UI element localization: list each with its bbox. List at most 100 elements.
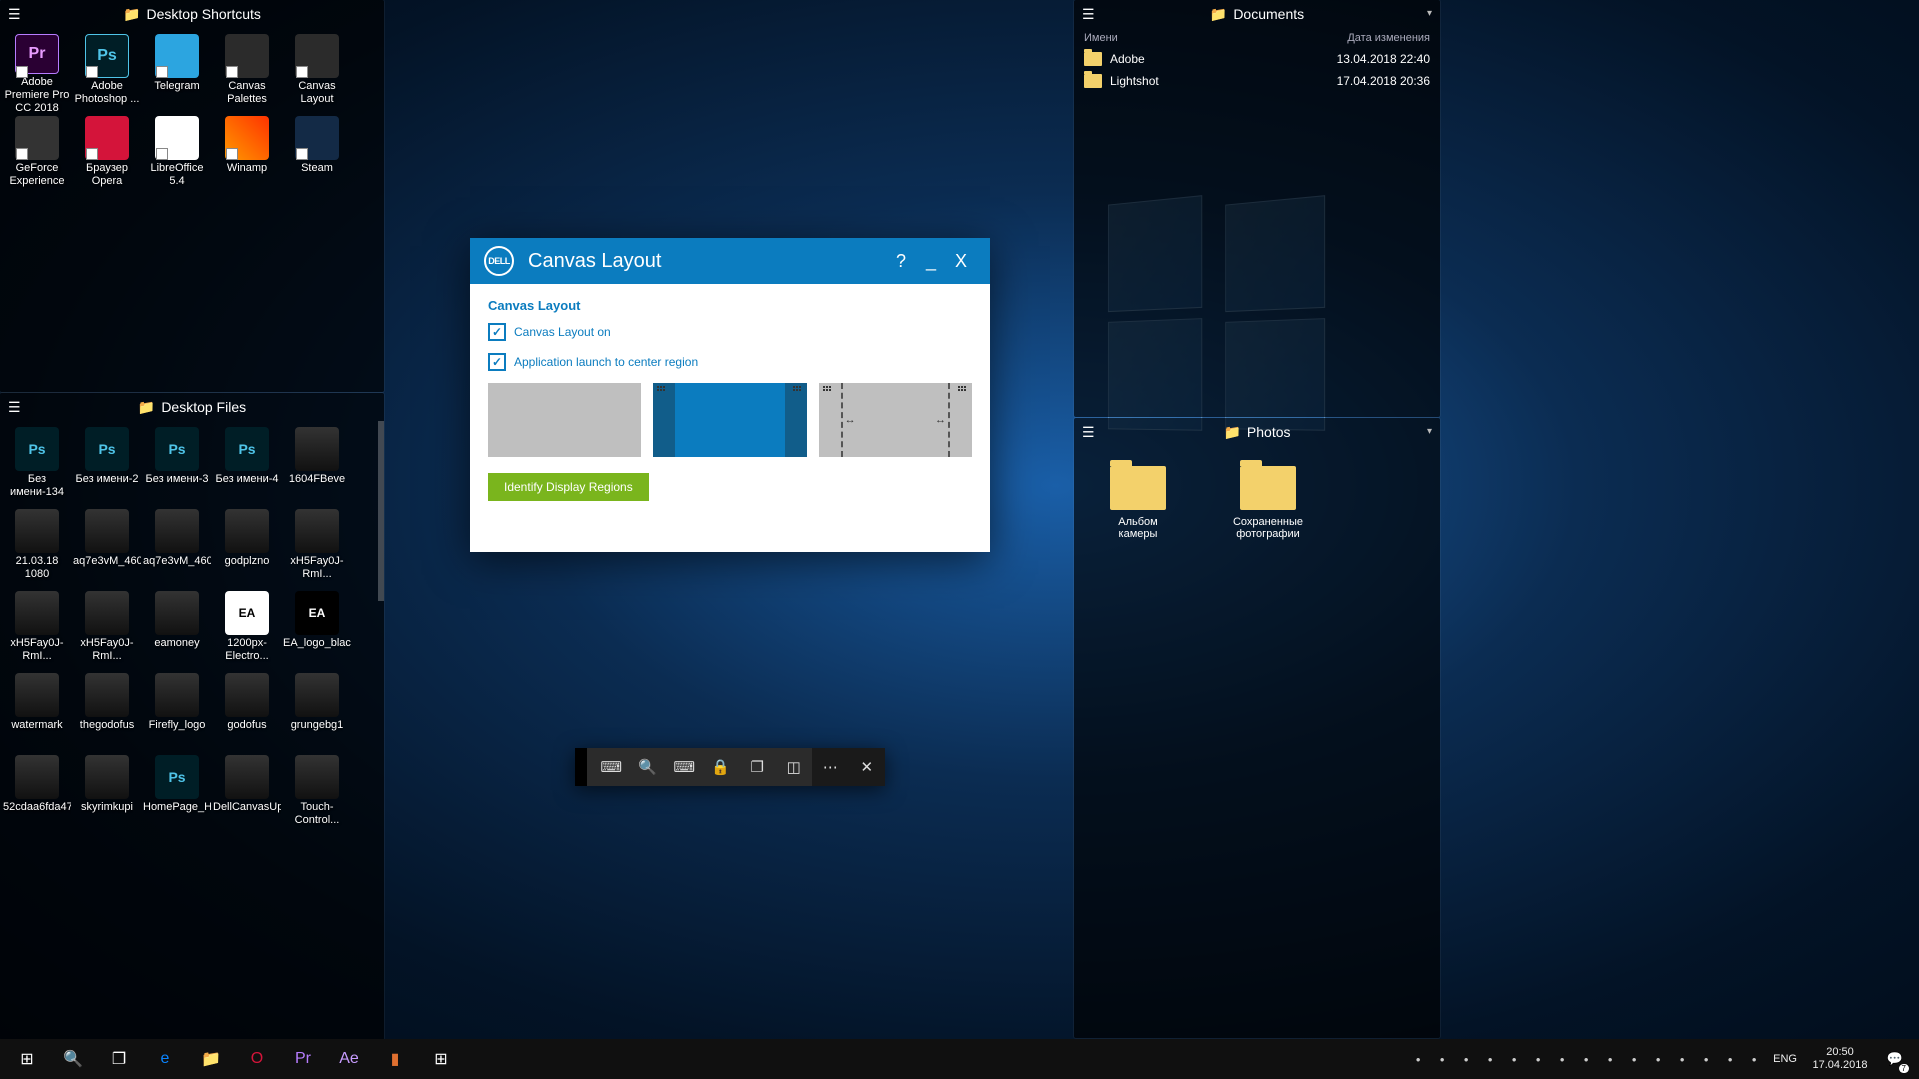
desktop-item[interactable]: thegodofus [72, 669, 142, 751]
gamepad-icon[interactable]: • [1647, 1039, 1669, 1079]
desktop-item[interactable]: LibreOffice 5.4 [142, 112, 212, 194]
fence-header[interactable]: ☰ 📁 Desktop Shortcuts [0, 0, 384, 28]
volume-icon[interactable]: • [1719, 1039, 1741, 1079]
chevron-down-icon[interactable]: ▾ [1427, 8, 1432, 19]
shield-icon[interactable]: • [1479, 1039, 1501, 1079]
desktop-item[interactable]: grungebg1 [282, 669, 352, 751]
titlebar[interactable]: DELL Canvas Layout ? _ X [470, 238, 990, 284]
checkbox-layout-on[interactable]: ✓ Canvas Layout on [488, 323, 972, 341]
power-icon[interactable]: • [1743, 1039, 1765, 1079]
keyboard-icon[interactable]: ⌨ [666, 748, 703, 786]
desktop-item[interactable]: PsБез имени-134 [2, 423, 72, 505]
close-icon[interactable]: ✕ [849, 748, 886, 786]
desktop-item[interactable]: PsHomePage_H... [142, 751, 212, 833]
desktop-item[interactable]: skyrimkupi [72, 751, 142, 833]
column-headers[interactable]: Имени Дата изменения [1074, 28, 1440, 48]
aftereffects-button[interactable]: Ae [326, 1039, 372, 1079]
task-view-icon[interactable]: ❐ [739, 748, 776, 786]
hamburger-icon[interactable]: ☰ [1082, 424, 1095, 441]
desktop-item[interactable]: watermark [2, 669, 72, 751]
list-item[interactable]: Сохраненные фотографии [1228, 466, 1308, 540]
canvas-layout-window[interactable]: DELL Canvas Layout ? _ X Canvas Layout ✓… [470, 238, 990, 552]
desktop-item[interactable]: 21.03.18 1080 [2, 505, 72, 587]
desktop-item[interactable]: Canvas Layout [282, 30, 352, 112]
desktop-item[interactable]: aq7e3vM_460sv [142, 505, 212, 587]
mcafee-icon[interactable]: • [1623, 1039, 1645, 1079]
list-item[interactable]: Adobe13.04.2018 22:40 [1074, 48, 1440, 70]
clock[interactable]: 20:5017.04.2018 [1805, 1046, 1875, 1072]
wifi-icon[interactable]: • [1695, 1039, 1717, 1079]
more-icon[interactable]: ⋯ [812, 748, 849, 786]
desktop-item[interactable]: PsБез имени-4 [212, 423, 282, 505]
app-button[interactable]: ▮ [372, 1039, 418, 1079]
bluetooth-icon[interactable]: • [1551, 1039, 1573, 1079]
scrollbar[interactable] [378, 421, 384, 601]
task-view-button[interactable]: ❐ [96, 1039, 142, 1079]
fence-header[interactable]: ☰ 📁 Documents ▾ [1074, 0, 1440, 28]
desktop-item[interactable]: PsAdobe Photoshop ... [72, 30, 142, 112]
desktop-item[interactable]: Браузер Opera [72, 112, 142, 194]
hamburger-icon[interactable]: ☰ [8, 399, 21, 416]
floating-toolbox[interactable]: ⌨🔍⌨🔒❐◫⋯✕ [575, 748, 885, 786]
checkbox-icon[interactable]: ✓ [488, 323, 506, 341]
col-date[interactable]: Дата изменения [1347, 32, 1430, 44]
desktop-item[interactable]: 1604FBeve [282, 423, 352, 505]
list-item[interactable]: Lightshot17.04.2018 20:36 [1074, 70, 1440, 92]
desktop-item[interactable]: EAEA_logo_black [282, 587, 352, 669]
layout-option-resizable[interactable]: ↔ ↔ [819, 383, 972, 457]
desktop-item[interactable]: PsБез имени-3 [142, 423, 212, 505]
premiere-button[interactable]: Pr [280, 1039, 326, 1079]
layout-option-single[interactable] [488, 383, 641, 457]
search-icon[interactable]: 🔍 [630, 748, 667, 786]
desktop-item[interactable]: godofus [212, 669, 282, 751]
close-button[interactable]: X [946, 251, 976, 272]
desktop-item[interactable]: Canvas Palettes [212, 30, 282, 112]
layout-option-triple[interactable] [653, 383, 806, 457]
fence-desktop-files[interactable]: ☰ 📁 Desktop Files PsБез имени-134PsБез и… [0, 393, 384, 1040]
grip-handle[interactable] [575, 748, 587, 786]
desktop-item[interactable]: xH5Fay0J-RmI... [2, 587, 72, 669]
desktop-item[interactable]: Steam [282, 112, 352, 194]
list-item[interactable]: Альбом камеры [1098, 466, 1178, 540]
desktop-item[interactable]: Touch-Control... [282, 751, 352, 833]
fence-documents[interactable]: ☰ 📁 Documents ▾ Имени Дата изменения Ado… [1074, 0, 1440, 417]
hamburger-icon[interactable]: ☰ [8, 6, 21, 23]
wacom-icon[interactable]: • [1503, 1039, 1525, 1079]
grid-button[interactable]: ⊞ [418, 1039, 464, 1079]
fence-photos[interactable]: ☰ 📁 Photos ▾ Альбом камеры Сохраненные фо… [1074, 418, 1440, 1038]
desktop-item[interactable]: eamoney [142, 587, 212, 669]
opera-button[interactable]: O [234, 1039, 280, 1079]
desktop-item[interactable]: godplzno [212, 505, 282, 587]
desktop-item[interactable]: Telegram [142, 30, 212, 112]
checkbox-icon[interactable]: ✓ [488, 353, 506, 371]
snap-icon[interactable]: ◫ [776, 748, 813, 786]
start-button[interactable]: ⊞ [4, 1039, 50, 1079]
desktop-item[interactable]: Firefly_logo [142, 669, 212, 751]
edge-button[interactable]: e [142, 1039, 188, 1079]
fence-desktop-shortcuts[interactable]: ☰ 📁 Desktop Shortcuts PrAdobe Premiere P… [0, 0, 384, 392]
desktop-item[interactable]: DellCanvasUp... [212, 751, 282, 833]
minimize-button[interactable]: _ [916, 251, 946, 272]
snow-icon[interactable]: • [1575, 1039, 1597, 1079]
taskbar[interactable]: ⊞🔍❐e📁OPrAe▮⊞ •••••••••••••••ENG20:5017.0… [0, 1039, 1919, 1079]
desktop-item[interactable]: 52cdaa6fda47... [2, 751, 72, 833]
desktop-item[interactable]: EA1200px-Electro... [212, 587, 282, 669]
desktop-item[interactable]: Winamp [212, 112, 282, 194]
chevron-down-icon[interactable]: ▾ [1427, 426, 1432, 437]
fence-header[interactable]: ☰ 📁 Desktop Files [0, 393, 384, 421]
desktop-item[interactable]: GeForce Experience [2, 112, 72, 194]
fence-header[interactable]: ☰ 📁 Photos ▾ [1074, 418, 1440, 446]
desktop-item[interactable]: PsБез имени-2 [72, 423, 142, 505]
desktop-item[interactable]: aq7e3vM_460sv [72, 505, 142, 587]
nvidia-icon[interactable]: • [1527, 1039, 1549, 1079]
notifications-button[interactable]: 💬7 [1877, 1039, 1913, 1079]
search-button[interactable]: 🔍 [50, 1039, 96, 1079]
identify-regions-button[interactable]: Identify Display Regions [488, 473, 649, 501]
battery-icon[interactable]: • [1431, 1039, 1453, 1079]
chevron-up-icon[interactable]: • [1407, 1039, 1429, 1079]
desktop-item[interactable]: PrAdobe Premiere Pro CC 2018 [2, 30, 72, 112]
help-button[interactable]: ? [886, 251, 916, 272]
language-indicator[interactable]: ENG [1767, 1053, 1803, 1065]
desktop-item[interactable]: xH5Fay0J-RmI... [72, 587, 142, 669]
explorer-button[interactable]: 📁 [188, 1039, 234, 1079]
